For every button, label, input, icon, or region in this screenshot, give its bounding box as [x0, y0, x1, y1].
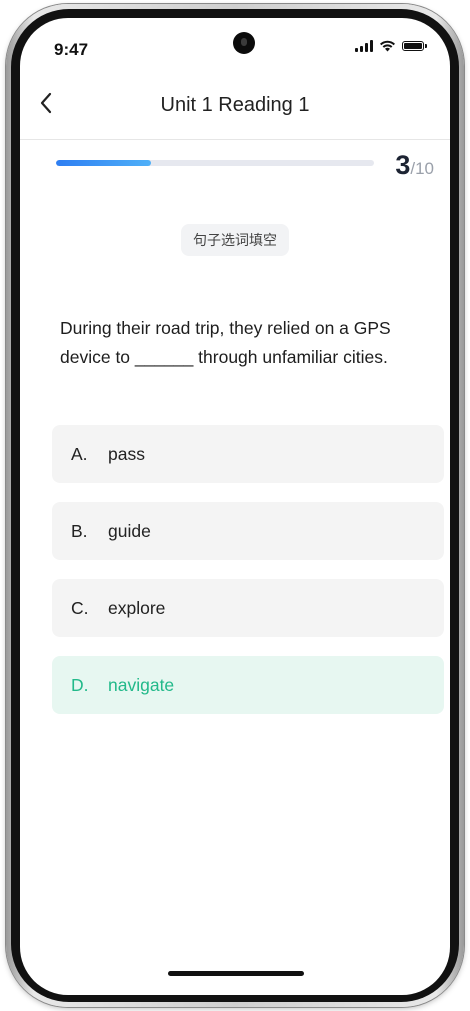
option-c[interactable]: C. explore — [52, 579, 444, 637]
front-camera — [233, 32, 255, 54]
question-type-tag: 句子选词填空 — [181, 224, 289, 256]
progress-fill — [56, 160, 152, 166]
progress-track — [56, 160, 374, 166]
signal-icon — [355, 40, 373, 52]
question-text: During their road trip, they relied on a… — [60, 318, 391, 367]
status-icons — [355, 40, 427, 52]
option-a[interactable]: A. pass — [52, 425, 444, 483]
option-letter: D. — [71, 674, 89, 695]
status-time: 9:47 — [54, 40, 89, 59]
option-b[interactable]: B. guide — [52, 502, 444, 560]
page-title: Unit 1 Reading 1 — [160, 94, 310, 116]
battery-icon — [402, 41, 427, 51]
option-text: guide — [108, 520, 151, 541]
progress-total: /10 — [410, 159, 434, 178]
progress-current: 3 — [395, 150, 411, 180]
progress-row: 3/10 — [56, 148, 436, 188]
app-screen: 9:47 Unit 1 Reading 1 3/10 句子选词填空 During… — [20, 18, 450, 995]
home-indicator[interactable] — [168, 971, 304, 976]
option-d[interactable]: D. navigate — [52, 656, 444, 714]
option-letter: A. — [71, 443, 88, 464]
phone-frame: 9:47 Unit 1 Reading 1 3/10 句子选词填空 During… — [6, 4, 464, 1007]
option-text: navigate — [108, 674, 175, 695]
option-text: explore — [108, 597, 166, 618]
option-letter: B. — [71, 520, 88, 541]
option-text: pass — [108, 443, 145, 464]
status-bar: 9:47 — [20, 18, 450, 74]
nav-bar: Unit 1 Reading 1 — [20, 74, 450, 140]
wifi-icon — [380, 40, 395, 52]
progress-count: 3/10 — [395, 150, 434, 181]
options-list: A. pass B. guide C. explore D. navigate — [52, 425, 444, 733]
option-letter: C. — [71, 597, 89, 618]
